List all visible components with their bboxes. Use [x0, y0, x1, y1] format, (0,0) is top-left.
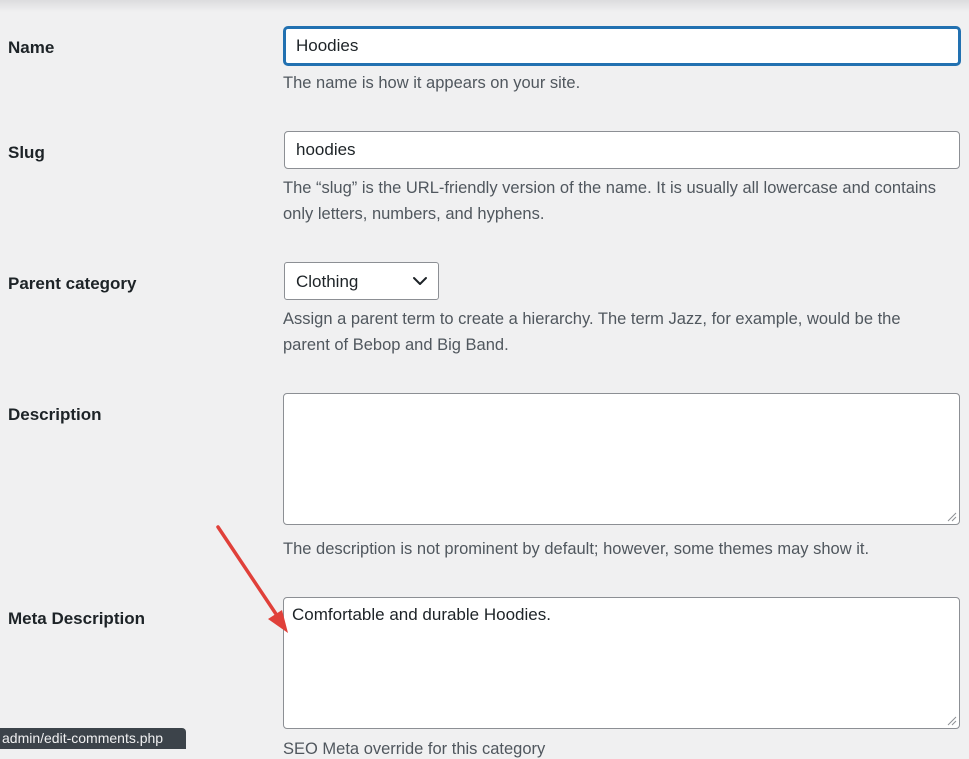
parent-category-value: Clothing	[296, 272, 359, 291]
parent-category-select[interactable]: Clothing	[284, 262, 439, 300]
parent-category-label: Parent category	[8, 274, 137, 293]
annotation-arrow-icon	[216, 525, 288, 633]
name-help: The name is how it appears on your site.	[283, 74, 581, 92]
name-label: Name	[8, 38, 55, 57]
name-input[interactable]	[284, 27, 960, 65]
parent-category-help: Assign a parent term to create a hierarc…	[283, 310, 901, 354]
description-help: The description is not prominent by defa…	[283, 540, 870, 558]
chevron-down-icon	[413, 277, 427, 285]
slug-help: The “slug” is the URL-friendly version o…	[283, 179, 936, 223]
description-textarea[interactable]	[283, 393, 960, 525]
meta-description-label: Meta Description	[8, 609, 145, 628]
description-label: Description	[8, 405, 102, 424]
meta-description-value: Comfortable and durable Hoodies.	[292, 605, 551, 624]
meta-description-textarea[interactable]: Comfortable and durable Hoodies.	[283, 597, 960, 729]
resize-grip-icon[interactable]	[946, 511, 957, 522]
status-bar-url: admin/edit-comments.php	[0, 728, 186, 749]
top-shade	[0, 0, 969, 12]
slug-input[interactable]	[284, 131, 960, 169]
resize-grip-icon[interactable]	[946, 715, 957, 726]
slug-label: Slug	[8, 143, 45, 162]
meta-description-help: SEO Meta override for this category	[283, 740, 546, 758]
